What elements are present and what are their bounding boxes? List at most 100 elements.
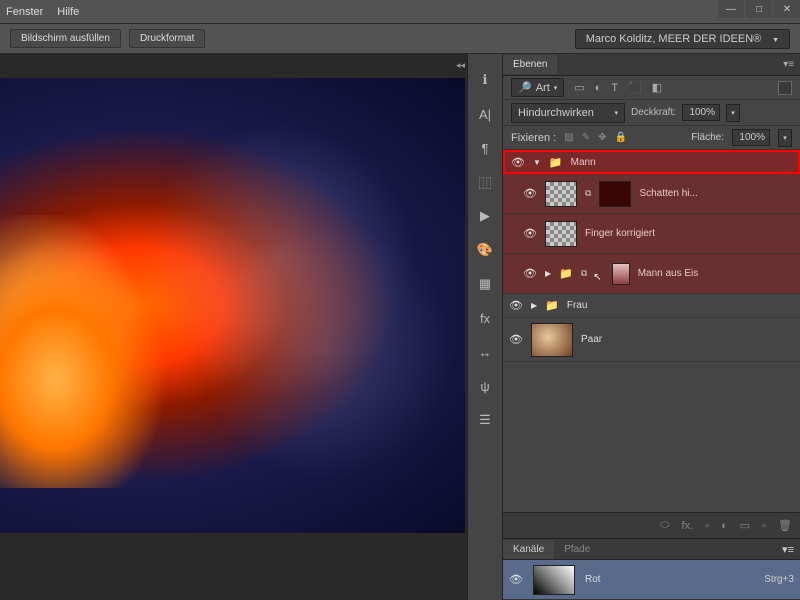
panel-icon[interactable]: ☰ <box>475 412 495 428</box>
paths-tab[interactable]: Pfade <box>554 540 600 559</box>
channels-panel-tab-bar: Kanäle Pfade ▾≡ <box>503 538 800 560</box>
filter-shape-icon[interactable]: ⬛ <box>628 81 642 94</box>
new-group-icon[interactable]: ▭ <box>740 519 750 532</box>
layer-name: Finger korrigiert <box>585 228 655 239</box>
window-controls: — □ ✕ <box>716 0 800 20</box>
fill-input[interactable]: 100% <box>732 129 770 146</box>
visibility-icon[interactable]: 👁 <box>511 156 525 169</box>
swatches-panel-icon[interactable]: 🎨 <box>475 242 495 258</box>
filter-toggle[interactable] <box>778 81 792 95</box>
layer-finger[interactable]: 👁 Finger korrigiert <box>503 214 800 254</box>
channel-name: Rot <box>585 574 601 585</box>
layer-thumbnail <box>531 323 573 357</box>
link-mask-icon[interactable]: ⧉ <box>585 188 591 199</box>
print-format-button[interactable]: Druckformat <box>129 29 205 48</box>
lock-paint-icon[interactable]: ✎ <box>582 132 590 143</box>
paragraph-panel-icon[interactable]: ¶ <box>475 140 495 156</box>
blend-mode-dropdown[interactable]: Hindurchwirken ▾ <box>511 103 625 123</box>
layers-panel-footer: ⬭ fx. ▫ ◐ ▭ ▫ 🗑 <box>503 512 800 538</box>
filter-smart-icon[interactable]: ◧ <box>652 81 662 94</box>
filter-adjust-icon[interactable]: ◐ <box>595 82 602 94</box>
menu-fenster[interactable]: Fenster <box>6 6 43 18</box>
chevron-down-icon: ▾ <box>614 109 618 117</box>
character-panel-icon[interactable]: A| <box>475 106 495 122</box>
navigator-panel-icon[interactable]: ↔ <box>475 344 495 360</box>
link-layers-icon[interactable]: ⬭ <box>660 519 669 532</box>
opacity-stepper[interactable]: ▾ <box>726 104 740 122</box>
creator-text: Marco Kolditz, MEER DER IDEEN® <box>586 33 762 45</box>
lock-label: Fixieren : <box>511 132 556 144</box>
panel-icon[interactable]: ⿲ <box>475 174 495 190</box>
visibility-icon[interactable]: 👁 <box>523 187 537 200</box>
layer-group-mann[interactable]: 👁 ▼ 📁 Mann <box>503 150 800 174</box>
layer-group-frau[interactable]: 👁 ▶ 📁 Frau <box>503 294 800 318</box>
layer-name: Mann aus Eis <box>638 268 699 279</box>
visibility-icon[interactable]: 👁 <box>509 299 523 312</box>
layer-thumbnail <box>545 181 577 207</box>
panel-icon[interactable]: ▦ <box>475 276 495 292</box>
disclosure-right-icon[interactable]: ▶ <box>531 301 537 310</box>
layers-empty-area <box>503 362 800 422</box>
layers-list: 👁 ▼ 📁 Mann 👁 ⧉ Schatten hi... 👁 Finger k… <box>503 150 800 512</box>
collapse-icon[interactable]: ◂◂ <box>456 60 465 71</box>
panel-menu-icon[interactable]: ▾≡ <box>777 59 800 70</box>
folder-icon: 📁 <box>559 267 573 280</box>
kind-label: Art <box>536 82 550 94</box>
lock-row: Fixieren : ▧ ✎ ✥ 🔒 Fläche: 100% ▾ <box>503 126 800 150</box>
folder-icon: 📁 <box>549 156 563 169</box>
panel-menu-icon[interactable]: ▾≡ <box>776 543 800 556</box>
cursor-icon: ↖ <box>593 272 601 283</box>
mask-icon[interactable]: ▫ <box>705 520 709 532</box>
minimize-button[interactable]: — <box>718 0 744 18</box>
layer-name: Schatten hi... <box>639 188 697 199</box>
mask-thumbnail <box>599 181 631 207</box>
styles-panel-icon[interactable]: fx <box>475 310 495 326</box>
layer-schatten[interactable]: 👁 ⧉ Schatten hi... <box>503 174 800 214</box>
fx-icon[interactable]: fx. <box>682 520 694 532</box>
creator-label[interactable]: Marco Kolditz, MEER DER IDEEN® ▼ <box>575 29 790 49</box>
lock-move-icon[interactable]: ✥ <box>598 132 606 143</box>
channel-thumbnail <box>533 565 575 595</box>
maximize-button[interactable]: □ <box>746 0 772 18</box>
disclosure-right-icon[interactable]: ▶ <box>545 269 551 278</box>
layers-tab[interactable]: Ebenen <box>503 55 557 74</box>
chevron-down-icon: ▼ <box>772 37 779 44</box>
blend-mode-row: Hindurchwirken ▾ Deckkraft: 100% ▾ <box>503 100 800 126</box>
layer-kind-dropdown[interactable]: 🔎 Art ▾ <box>511 78 564 97</box>
layer-group-mann-eis[interactable]: 👁 ▶ 📁 ⧉ ↖ Mann aus Eis <box>503 254 800 294</box>
lock-all-icon[interactable]: 🔒 <box>614 132 626 143</box>
opacity-label: Deckkraft: <box>631 107 676 118</box>
info-panel-icon[interactable]: ℹ <box>475 72 495 88</box>
link-mask-icon[interactable]: ⧉ <box>581 268 587 279</box>
visibility-icon[interactable]: 👁 <box>509 573 523 586</box>
visibility-icon[interactable]: 👁 <box>523 227 537 240</box>
adjustment-icon[interactable]: ◐ <box>721 520 728 532</box>
trash-icon[interactable]: 🗑 <box>778 519 792 532</box>
channel-shortcut: Strg+3 <box>764 574 794 585</box>
layer-name: Paar <box>581 334 602 345</box>
visibility-icon[interactable]: 👁 <box>523 267 537 280</box>
actions-panel-icon[interactable]: ▶ <box>475 208 495 224</box>
opacity-input[interactable]: 100% <box>682 104 720 121</box>
fullscreen-button[interactable]: Bildschirm ausfüllen <box>10 29 121 48</box>
fill-stepper[interactable]: ▾ <box>778 129 792 147</box>
visibility-icon[interactable]: 👁 <box>509 333 523 346</box>
layers-panel-tab-bar: Ebenen ▾≡ <box>503 54 800 76</box>
close-button[interactable]: ✕ <box>774 0 800 18</box>
right-panels: Ebenen ▾≡ 🔎 Art ▾ ▭ ◐ T ⬛ ◧ Hindurchwirk… <box>503 54 800 600</box>
layer-paar[interactable]: 👁 Paar <box>503 318 800 362</box>
menu-hilfe[interactable]: Hilfe <box>57 6 79 18</box>
disclosure-down-icon[interactable]: ▼ <box>533 158 541 167</box>
panel-icon[interactable]: ψ <box>475 378 495 394</box>
filter-pixel-icon[interactable]: ▭ <box>574 81 584 94</box>
collapsed-panel-dock: ℹ A| ¶ ⿲ ▶ 🎨 ▦ fx ↔ ψ ☰ <box>467 54 503 600</box>
layer-filter-row: 🔎 Art ▾ ▭ ◐ T ⬛ ◧ <box>503 76 800 100</box>
lock-transparency-icon[interactable]: ▧ <box>564 132 573 143</box>
channels-tab[interactable]: Kanäle <box>503 540 554 559</box>
channel-rot[interactable]: 👁 Rot Strg+3 <box>503 560 800 600</box>
filter-type-icon[interactable]: T <box>611 82 618 94</box>
blend-mode-value: Hindurchwirken <box>518 107 594 119</box>
document-canvas[interactable] <box>0 78 465 533</box>
mask-thumbnail <box>612 263 630 285</box>
new-layer-icon[interactable]: ▫ <box>762 520 766 532</box>
